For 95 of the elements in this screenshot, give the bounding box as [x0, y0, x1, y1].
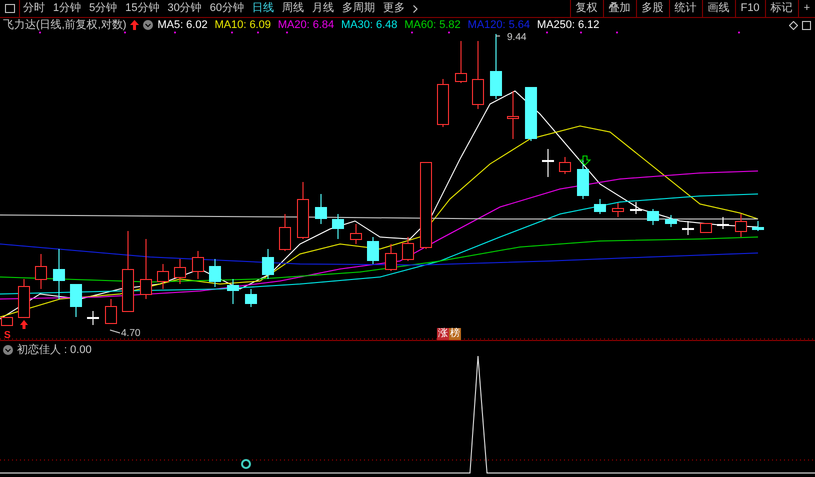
marker-dot — [39, 32, 41, 34]
candlestick — [472, 40, 484, 110]
marker-dot — [124, 32, 126, 34]
candlestick — [227, 278, 239, 304]
toolbar-button[interactable]: 画线 — [702, 0, 735, 17]
moving-average-legend: MA250: 6.12 — [537, 19, 600, 31]
candlestick — [315, 194, 327, 224]
marker-dot — [616, 32, 618, 34]
candlestick — [332, 214, 344, 240]
candlestick — [490, 34, 502, 100]
candlestick — [18, 278, 30, 318]
marker-dot — [411, 32, 413, 34]
marker-dot — [286, 32, 288, 34]
candlestick — [385, 244, 397, 272]
period-tab[interactable]: 分时 — [23, 0, 45, 17]
period-tab[interactable]: 日线 — [252, 0, 274, 17]
moving-average-legend: MA30: 6.48 — [341, 19, 398, 31]
candlestick — [297, 182, 309, 240]
moving-average-legend: MA5: 6.02 — [157, 19, 208, 31]
marker-dot — [580, 32, 582, 34]
moving-average-legend: MA120: 5.64 — [468, 19, 530, 31]
tag: 涨 — [437, 328, 449, 340]
candlestick — [717, 216, 729, 230]
candlestick — [279, 214, 291, 252]
candlestick — [245, 288, 257, 308]
chevron-right-icon — [413, 4, 418, 12]
marker-dot — [257, 32, 259, 34]
arrow-down-icon — [578, 156, 592, 166]
period-tab[interactable]: 5分钟 — [89, 0, 118, 17]
candlestick — [35, 254, 47, 290]
period-tab[interactable]: 多周期 — [342, 0, 375, 17]
panel-icon — [4, 4, 14, 13]
chevron-down-icon[interactable] — [143, 20, 154, 30]
candlestick — [53, 248, 65, 300]
toolbar-button[interactable]: 复权 — [570, 0, 603, 17]
candlestick — [87, 310, 99, 326]
candlestick — [542, 148, 554, 178]
period-tab[interactable]: 月线 — [312, 0, 334, 17]
candlestick — [647, 208, 659, 226]
candlestick — [105, 298, 117, 324]
candlestick — [402, 236, 414, 262]
marker-dot — [448, 32, 450, 34]
period-tab[interactable]: 30分钟 — [168, 0, 202, 17]
chart-title: 飞力达(日线,前复权,对数) — [3, 19, 126, 31]
square-icon[interactable] — [802, 20, 811, 30]
period-tab[interactable]: 60分钟 — [210, 0, 244, 17]
chevron-down-icon[interactable] — [3, 345, 13, 356]
arrow-up-icon — [20, 320, 28, 329]
candlestick — [262, 248, 274, 280]
candlestick — [735, 214, 747, 238]
candlestick — [700, 222, 712, 233]
candlestick — [507, 90, 519, 140]
low-price-label: 4.70 — [121, 327, 140, 341]
toolbar-button[interactable]: 统计 — [668, 0, 702, 17]
toolbar-button[interactable]: 标记 — [764, 0, 798, 17]
candlestick — [140, 238, 152, 300]
candlestick — [350, 224, 362, 244]
candlestick — [174, 258, 186, 284]
candlestick — [682, 220, 694, 236]
toolbar-button[interactable]: F10 — [734, 0, 765, 17]
candlestick — [559, 156, 571, 174]
moving-average-legend: MA60: 5.82 — [404, 19, 461, 31]
marker-dot — [546, 32, 548, 34]
signal-mark: S — [4, 329, 11, 343]
candlestick — [157, 264, 169, 290]
candlestick — [752, 220, 764, 232]
candlestick — [367, 236, 379, 264]
toolbar-button[interactable]: + — [798, 0, 815, 17]
period-tab[interactable]: 周线 — [282, 0, 304, 17]
arrow-up-icon — [130, 20, 140, 30]
candlestick — [630, 202, 642, 214]
diamond-icon[interactable] — [789, 20, 798, 30]
period-tab[interactable]: 更多 — [383, 0, 405, 17]
toolbar-button[interactable]: 多股 — [636, 0, 669, 17]
marker-dot — [174, 32, 176, 34]
candlestick — [455, 40, 467, 84]
marker-dot — [231, 32, 233, 34]
candlestick — [437, 78, 449, 128]
candlestick — [665, 214, 677, 228]
tag: 榜 — [449, 328, 461, 340]
indicator-label: 初恋佳人 : 0.00 — [17, 342, 92, 358]
moving-average-legend: MA10: 6.09 — [214, 19, 271, 31]
period-tab[interactable]: 15分钟 — [125, 0, 160, 17]
candlestick — [70, 284, 82, 318]
high-price-label: 9.44 — [507, 32, 526, 44]
period-tab[interactable]: 1分钟 — [53, 0, 82, 17]
moving-average-legend: MA20: 6.84 — [278, 19, 334, 31]
toolbar-button[interactable]: 叠加 — [602, 0, 636, 17]
candlestick — [209, 258, 221, 288]
candlestick — [594, 198, 606, 214]
candlestick — [612, 202, 624, 218]
marker-dot — [738, 32, 740, 34]
leader-line — [110, 330, 120, 334]
candlestick — [525, 86, 537, 142]
candlestick — [192, 250, 204, 280]
